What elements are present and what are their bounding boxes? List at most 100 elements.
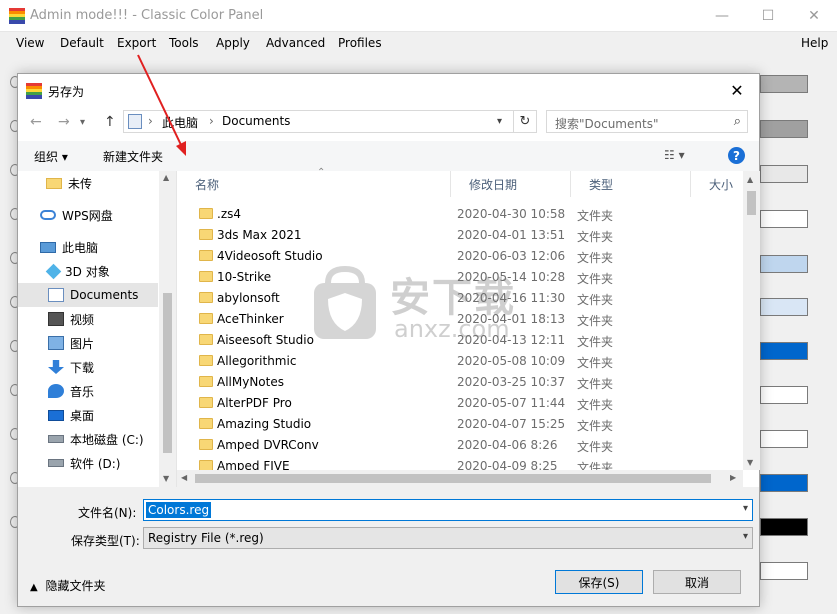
search-input[interactable]: 搜索"Documents" ⌕	[546, 110, 748, 133]
rainbow-app-icon	[26, 83, 42, 99]
scroll-left-icon[interactable]: ◀	[181, 473, 187, 482]
scroll-right-icon[interactable]: ▶	[730, 473, 736, 482]
back-arrow-icon[interactable]: ←	[30, 114, 42, 130]
nav-item[interactable]: 未传	[18, 171, 158, 195]
close-window-icon[interactable]: ✕	[791, 0, 837, 32]
nav-item-label: 此电脑	[62, 240, 99, 255]
color-swatch[interactable]	[760, 518, 808, 536]
table-row[interactable]: .zs4 2020-04-30 10:58 文件夹	[177, 204, 743, 225]
menu-view[interactable]: View	[16, 36, 44, 50]
nav-item[interactable]: 视频	[18, 307, 158, 331]
menu-tools[interactable]: Tools	[169, 36, 199, 50]
nav-scrollbar[interactable]: ▲ ▼	[159, 171, 176, 487]
save-button[interactable]: 保存(S)	[555, 570, 643, 594]
nav-item[interactable]: 图片	[18, 331, 158, 355]
nav-item[interactable]: 本地磁盘 (C:)	[18, 427, 158, 451]
forward-arrow-icon[interactable]: →	[58, 114, 70, 130]
folder-icon	[199, 376, 213, 387]
drive-icon	[48, 435, 64, 443]
file-date: 2020-05-07 11:44	[457, 396, 566, 410]
color-swatch[interactable]	[760, 474, 808, 492]
table-row[interactable]: AlterPDF Pro 2020-05-07 11:44 文件夹	[177, 393, 743, 414]
file-type: 文件夹	[577, 377, 614, 391]
cancel-button[interactable]: 取消	[653, 570, 741, 594]
scroll-down-icon[interactable]: ▼	[747, 458, 753, 467]
scroll-up-icon[interactable]: ▲	[163, 173, 169, 182]
color-swatch[interactable]	[760, 298, 808, 316]
save-options-area: 文件名(N): Colors.reg ▾ 保存类型(T): Registry F…	[18, 487, 759, 606]
column-header-date[interactable]: 修改日期	[451, 171, 571, 197]
column-header-size[interactable]: 大小	[691, 171, 743, 197]
recent-chevron-icon[interactable]: ▾	[80, 117, 85, 128]
horizontal-scrollbar-thumb[interactable]	[195, 474, 711, 483]
scroll-up-icon[interactable]: ▲	[747, 175, 753, 184]
nav-item[interactable]: 软件 (D:)	[18, 451, 158, 475]
file-list-scrollbar-thumb[interactable]	[747, 191, 756, 215]
hide-folders-toggle[interactable]: ▲ 隐藏文件夹	[30, 577, 106, 594]
table-row[interactable]: Allegorithmic 2020-05-08 10:09 文件夹	[177, 351, 743, 372]
color-swatch[interactable]	[760, 430, 808, 448]
color-swatch[interactable]	[760, 210, 808, 228]
filename-input[interactable]: Colors.reg ▾	[143, 499, 753, 521]
file-date: 2020-04-06 8:26	[457, 438, 558, 452]
menu-default[interactable]: Default	[60, 36, 104, 50]
menu-apply[interactable]: Apply	[216, 36, 250, 50]
chevron-down-icon[interactable]: ▾	[743, 503, 748, 514]
folder-icon	[199, 292, 213, 303]
nav-item[interactable]: Documents	[18, 283, 158, 307]
nav-item[interactable]: 音乐	[18, 379, 158, 403]
menu-advanced[interactable]: Advanced	[266, 36, 325, 50]
table-row[interactable]: 4Videosoft Studio 2020-06-03 12:06 文件夹	[177, 246, 743, 267]
horizontal-scrollbar[interactable]: ◀ ▶	[177, 470, 743, 487]
file-type: 文件夹	[577, 398, 614, 412]
nav-item[interactable]: 3D 对象	[18, 259, 158, 283]
color-swatch[interactable]	[760, 342, 808, 360]
table-row[interactable]: AllMyNotes 2020-03-25 10:37 文件夹	[177, 372, 743, 393]
table-row[interactable]: Amazing Studio 2020-04-07 15:25 文件夹	[177, 414, 743, 435]
nav-item[interactable]: 下载	[18, 355, 158, 379]
organize-button[interactable]: 组织 ▾	[34, 148, 68, 165]
nav-scrollbar-thumb[interactable]	[163, 293, 172, 453]
folder-icon	[199, 355, 213, 366]
help-icon[interactable]: ?	[728, 147, 745, 164]
color-swatch[interactable]	[760, 386, 808, 404]
documents-icon	[48, 288, 64, 302]
breadcrumb-this-pc[interactable]: 此电脑	[162, 114, 198, 131]
address-dropdown-icon[interactable]: ▾	[497, 116, 502, 127]
menu-export[interactable]: Export	[117, 36, 156, 50]
nav-item[interactable]: WPS网盘	[18, 203, 158, 227]
file-type: 文件夹	[577, 272, 614, 286]
column-header-type[interactable]: 类型	[571, 171, 691, 197]
nav-item[interactable]: 桌面	[18, 403, 158, 427]
menu-help[interactable]: Help	[801, 36, 828, 50]
close-icon[interactable]: ✕	[715, 74, 759, 106]
file-type: 文件夹	[577, 293, 614, 307]
folder-icon	[199, 313, 213, 324]
view-options-icon[interactable]: ☷ ▾	[664, 148, 685, 162]
filetype-select[interactable]: Registry File (*.reg) ▾	[143, 527, 753, 549]
breadcrumb-documents[interactable]: Documents	[222, 114, 290, 128]
file-name: Aiseesoft Studio	[217, 333, 314, 347]
color-swatch[interactable]	[760, 165, 808, 183]
table-row[interactable]: 3ds Max 2021 2020-04-01 13:51 文件夹	[177, 225, 743, 246]
nav-item[interactable]: 此电脑	[18, 235, 158, 259]
minimize-icon[interactable]: —	[699, 0, 745, 32]
scroll-down-icon[interactable]: ▼	[163, 474, 169, 483]
refresh-icon[interactable]: ↻	[513, 110, 537, 133]
up-arrow-icon[interactable]: ↑	[104, 114, 116, 130]
maximize-icon[interactable]: ☐	[745, 0, 791, 32]
chevron-down-icon[interactable]: ▾	[743, 531, 748, 542]
menu-profiles[interactable]: Profiles	[338, 36, 382, 50]
column-header-name[interactable]: 名称	[177, 171, 451, 197]
table-row[interactable]: Amped DVRConv 2020-04-06 8:26 文件夹	[177, 435, 743, 456]
new-folder-button[interactable]: 新建文件夹	[103, 148, 163, 165]
drive-icon	[48, 459, 64, 467]
watermark: 安下载 anxz.com	[310, 265, 520, 345]
file-name: Allegorithmic	[217, 354, 297, 368]
color-swatch[interactable]	[760, 255, 808, 273]
color-swatch[interactable]	[760, 120, 808, 138]
color-swatch[interactable]	[760, 75, 808, 93]
address-bar[interactable]: › 此电脑 › Documents ▾	[123, 110, 537, 133]
color-swatch[interactable]	[760, 562, 808, 580]
file-list-scrollbar[interactable]: ▲ ▼	[743, 171, 760, 470]
